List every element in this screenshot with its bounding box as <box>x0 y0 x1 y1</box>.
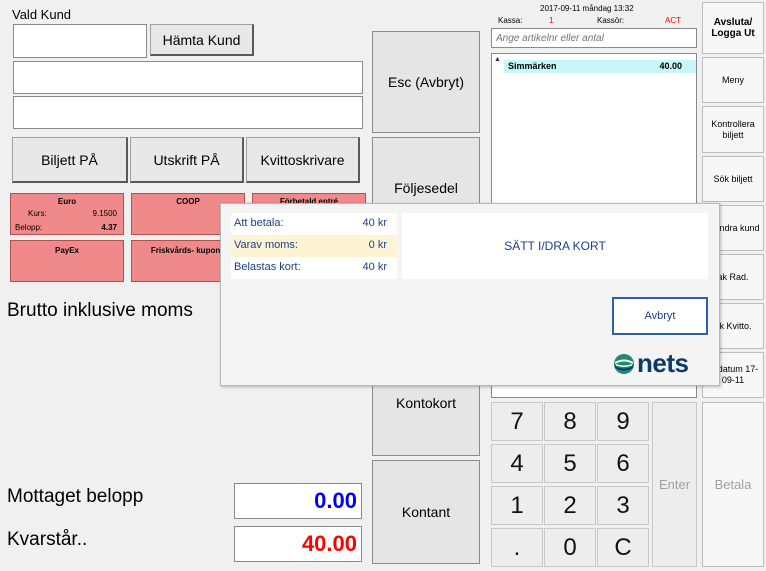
printout-toggle-button[interactable]: Utskrift PÅ <box>130 137 244 183</box>
numpad-key-1[interactable]: 1 <box>491 486 543 525</box>
register-label: Kassa: <box>498 16 523 25</box>
customer-address-field[interactable] <box>13 96 363 129</box>
card-instruction-box: SÄTT I/DRA KORT <box>402 213 708 279</box>
to-pay-row: Att betala: 40 kr <box>231 213 397 235</box>
receipt-printer-button[interactable]: Kvittoskrivare <box>246 137 360 183</box>
numpad-key-7[interactable]: 7 <box>491 402 543 441</box>
gross-label: Brutto inklusive moms <box>7 300 193 321</box>
numpad-key-5[interactable]: 5 <box>544 444 596 483</box>
datetime-text: 2017-09-11 måndag 13:32 <box>540 4 634 13</box>
vat-row: Varav moms: 0 kr <box>231 235 397 257</box>
register-value: 1 <box>549 16 554 25</box>
customer-title: Vald Kund <box>12 7 72 22</box>
charge-label: Belastas kort: <box>234 261 301 273</box>
euro-rate-value: 9.1500 <box>92 209 117 218</box>
charge-value: 40 kr <box>362 261 387 273</box>
remaining-amount-value: 40.00 <box>301 531 357 556</box>
numpad-key-9[interactable]: 9 <box>597 402 649 441</box>
article-input[interactable] <box>491 28 697 48</box>
euro-amount-label: Belopp: <box>15 223 43 232</box>
card-payment-dialog: Att betala: 40 kr Varav moms: 0 kr Belas… <box>220 203 720 386</box>
euro-rate-label: Kurs: <box>28 209 47 218</box>
card-instruction-text: SÄTT I/DRA KORT <box>504 239 606 253</box>
remaining-amount-field: 40.00 <box>234 526 362 562</box>
numpad-key-2[interactable]: 2 <box>544 486 596 525</box>
cash-button[interactable]: Kontant <box>372 460 480 564</box>
numpad-key-decimal[interactable]: . <box>491 528 543 567</box>
enter-button[interactable]: Enter <box>652 402 697 567</box>
fetch-customer-button[interactable]: Hämta Kund <box>150 24 254 56</box>
cart-item-name: Simmärken <box>508 61 557 71</box>
charge-row: Belastas kort: 40 kr <box>231 257 397 279</box>
vat-value: 0 kr <box>368 239 387 251</box>
remaining-label: Kvarstår.. <box>7 529 88 550</box>
ticket-print-toggle-button[interactable]: Biljett PÅ <box>12 137 128 183</box>
payment-payex-label: PayEx <box>54 246 80 255</box>
nets-logo: nets <box>613 348 708 378</box>
numpad-key-clear[interactable]: C <box>597 528 649 567</box>
numpad-key-4[interactable]: 4 <box>491 444 543 483</box>
cashier-label: Kassör: <box>597 16 625 25</box>
menu-button[interactable]: Meny <box>702 57 764 103</box>
payment-euro-label: Euro <box>57 197 77 206</box>
nets-brand-text: nets <box>637 348 689 378</box>
numpad-key-0[interactable]: 0 <box>544 528 596 567</box>
customer-name-field[interactable] <box>13 61 363 94</box>
dialog-cancel-button[interactable]: Avbryt <box>612 297 708 335</box>
numpad-key-3[interactable]: 3 <box>597 486 649 525</box>
nets-globe-icon <box>614 354 634 374</box>
scroll-up-icon[interactable]: ▲ <box>494 56 502 64</box>
cart-item-price: 40.00 <box>659 61 682 71</box>
logout-button[interactable]: Avsluta/ Logga Ut <box>702 2 764 54</box>
esc-cancel-button[interactable]: Esc (Avbryt) <box>372 31 480 133</box>
cashier-value: ACT <box>665 16 681 25</box>
numpad-key-6[interactable]: 6 <box>597 444 649 483</box>
to-pay-label: Att betala: <box>234 217 284 229</box>
received-amount-value: 0.00 <box>314 488 357 513</box>
euro-amount-value: 4.37 <box>101 223 117 232</box>
numpad-key-8[interactable]: 8 <box>544 402 596 441</box>
received-label: Mottaget belopp <box>7 486 144 507</box>
pay-button[interactable]: Betala <box>702 402 764 567</box>
customer-id-field[interactable] <box>13 24 147 58</box>
cart-row[interactable]: Simmärken 40.00 <box>504 60 696 73</box>
payment-euro-button[interactable]: Euro Kurs: 9.1500 Belopp: 4.37 <box>10 193 124 235</box>
payment-payex-button[interactable]: PayEx <box>10 240 124 282</box>
search-ticket-button[interactable]: Sök biljett <box>702 156 764 202</box>
received-amount-field[interactable]: 0.00 <box>234 483 362 519</box>
to-pay-value: 40 kr <box>362 217 387 229</box>
vat-label: Varav moms: <box>234 239 298 251</box>
check-ticket-button[interactable]: Kontrollera biljett <box>702 106 764 153</box>
